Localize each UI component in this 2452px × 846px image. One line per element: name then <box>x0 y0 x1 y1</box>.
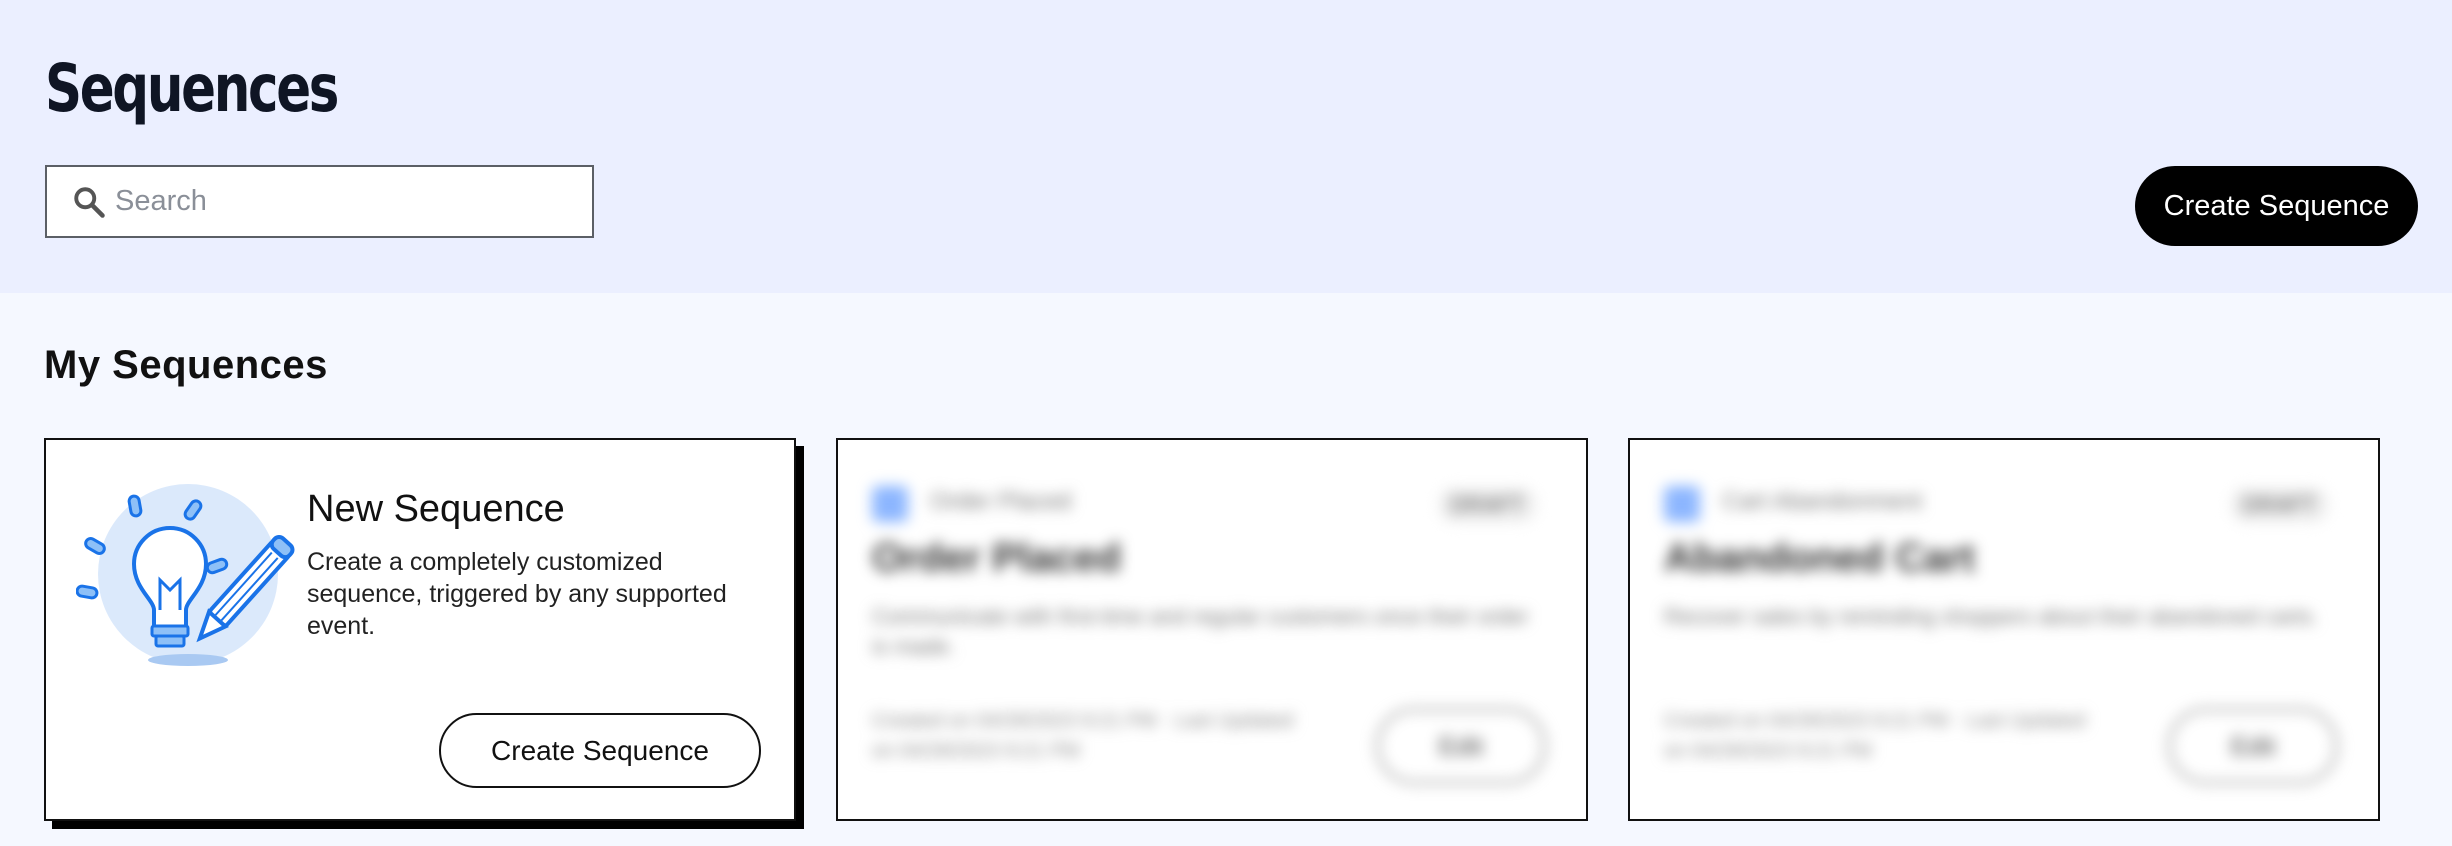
card-description: Communicate with first-time and regular … <box>872 604 1529 659</box>
search-icon <box>74 187 105 218</box>
page-header: Sequences Create Sequence <box>0 0 2452 293</box>
card-title: Order Placed <box>872 536 1122 580</box>
card-trigger-tag: Cart Abandonment <box>1722 488 1923 515</box>
cart-icon <box>872 486 908 522</box>
search-input[interactable] <box>115 167 585 236</box>
card-stats: Created on 04/28/2023 9:21 PM · Last Upd… <box>872 710 1294 762</box>
create-sequence-button[interactable]: Create Sequence <box>2135 166 2418 246</box>
sequence-card[interactable]: Order Placed DRAFT Order Placed Communic… <box>836 438 1588 821</box>
edit-button[interactable]: Edit <box>2168 708 2338 784</box>
new-sequence-description: Create a completely customized sequence,… <box>307 548 727 640</box>
card-description: Recover sales by reminding shoppers abou… <box>1664 604 2319 629</box>
card-trigger-tag: Order Placed <box>930 488 1072 515</box>
search-box[interactable] <box>45 165 594 238</box>
new-sequence-card[interactable]: New Sequence Create a completely customi… <box>44 438 796 821</box>
lightbulb-pencil-icon <box>76 484 295 666</box>
card-create-sequence-button[interactable]: Create Sequence <box>439 713 761 788</box>
card-title: Abandoned Cart <box>1664 536 1976 580</box>
section-title: My Sequences <box>44 343 328 387</box>
status-badge: DRAFT <box>2230 488 2328 522</box>
edit-button[interactable]: Edit <box>1376 708 1546 784</box>
sequence-card[interactable]: Cart Abandonment DRAFT Abandoned Cart Re… <box>1628 438 2380 821</box>
page-title: Sequences <box>45 50 339 127</box>
blurred-content: Cart Abandonment DRAFT Abandoned Cart Re… <box>1630 440 2378 819</box>
card-stats: Created on 04/28/2023 9:21 PM · Last Upd… <box>1664 710 2086 762</box>
status-badge: DRAFT <box>1438 488 1536 522</box>
cart-icon <box>1664 486 1700 522</box>
blurred-content: Order Placed DRAFT Order Placed Communic… <box>838 440 1586 819</box>
new-sequence-title: New Sequence <box>307 488 565 530</box>
